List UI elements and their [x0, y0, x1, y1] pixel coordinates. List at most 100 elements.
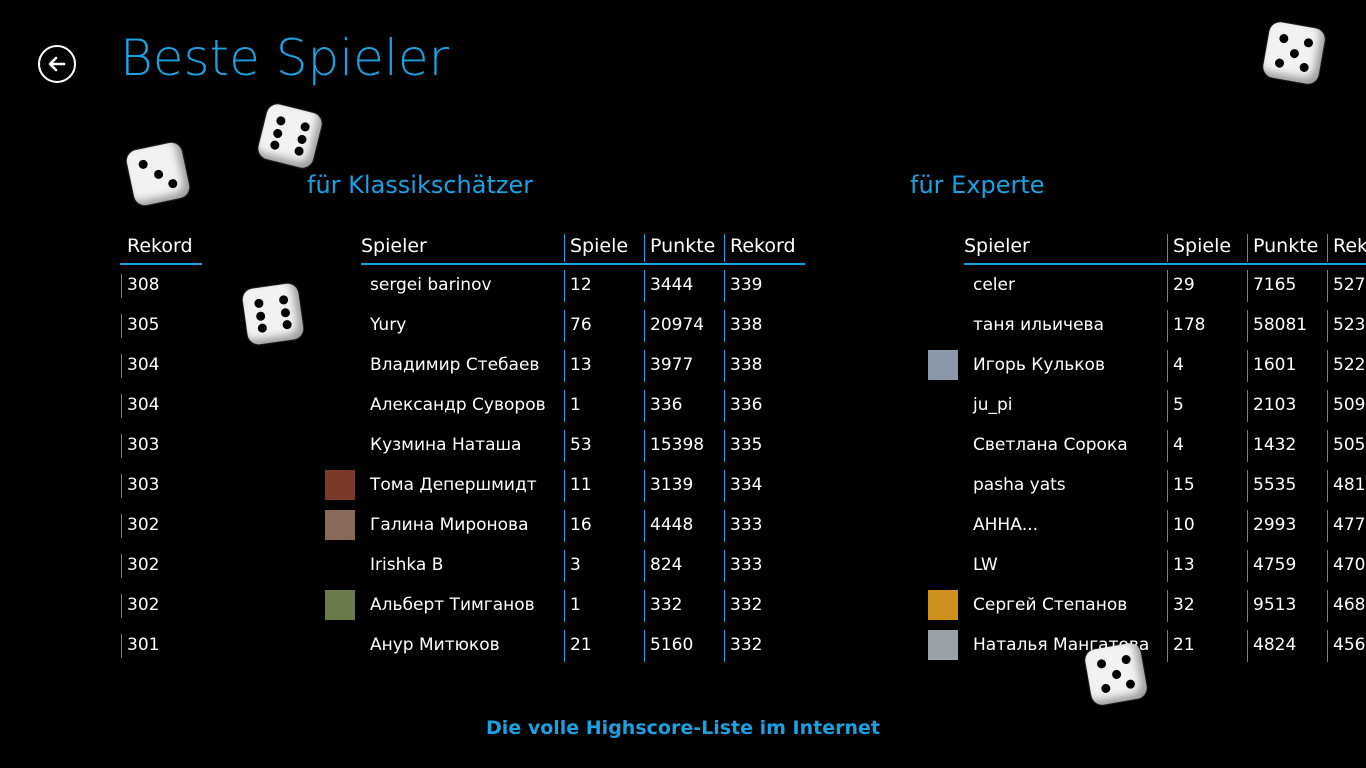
header-column-divider: [1327, 234, 1328, 262]
games-cell: 29: [1173, 275, 1195, 295]
column-divider: [1247, 550, 1248, 582]
column-divider: [1167, 550, 1168, 582]
record-cell: 302: [127, 595, 160, 615]
column-header-record: Rekord: [730, 235, 796, 257]
column-divider: [1167, 430, 1168, 462]
column-divider: [644, 350, 645, 382]
header-column-divider: [1247, 234, 1248, 262]
player-avatar: [928, 350, 958, 380]
full-highscore-link[interactable]: Die volle Highscore-Liste im Internet: [0, 717, 1366, 739]
column-divider: [1247, 270, 1248, 302]
player-name: Тома Депершмидт: [370, 475, 537, 495]
games-cell: 53: [570, 435, 592, 455]
points-cell: 15398: [650, 435, 705, 455]
points-cell: 5535: [1253, 475, 1297, 495]
section-title-classic: für Klassikschätzer: [307, 171, 534, 199]
points-cell: 5160: [650, 635, 694, 655]
column-divider: [724, 590, 725, 622]
dice-pip: [1110, 668, 1122, 680]
points-cell: 2993: [1253, 515, 1297, 535]
record-cell: 333: [730, 555, 763, 575]
points-cell: 332: [650, 595, 683, 615]
column-divider: [1247, 590, 1248, 622]
column-divider: [564, 590, 565, 622]
games-cell: 32: [1173, 595, 1195, 615]
column-divider: [644, 630, 645, 662]
record-cell: 339: [730, 275, 763, 295]
player-avatar: [325, 510, 355, 540]
dice-icon: [241, 282, 305, 346]
points-cell: 3139: [650, 475, 694, 495]
record-cell: 509: [1333, 395, 1366, 415]
column-divider: [1327, 630, 1328, 662]
record-cell: 481: [1333, 475, 1366, 495]
column-divider: [724, 270, 725, 302]
column-divider: [724, 350, 725, 382]
column-divider: [121, 394, 122, 418]
section-title-expert: für Experte: [910, 171, 1045, 199]
dice-pip: [1288, 47, 1300, 59]
games-cell: 12: [570, 275, 592, 295]
player-name: pasha yats: [973, 475, 1066, 495]
record-cell: 335: [730, 435, 763, 455]
record-cell: 338: [730, 355, 763, 375]
column-divider: [1327, 310, 1328, 342]
points-cell: 3977: [650, 355, 694, 375]
column-divider: [121, 634, 122, 658]
dice-icon: [1083, 641, 1149, 707]
record-cell: 304: [127, 355, 160, 375]
column-divider: [121, 594, 122, 618]
column-divider: [1167, 390, 1168, 422]
record-cell: 304: [127, 395, 160, 415]
dice-icon: [1261, 20, 1327, 86]
column-header-games: Spiele: [1173, 235, 1232, 257]
column-divider: [644, 470, 645, 502]
points-cell: 824: [650, 555, 683, 575]
column-divider: [644, 550, 645, 582]
games-cell: 13: [1173, 555, 1195, 575]
column-divider: [1247, 350, 1248, 382]
games-cell: 16: [570, 515, 592, 535]
column-divider: [1247, 310, 1248, 342]
back-button[interactable]: [38, 45, 76, 83]
record-cell: 470: [1333, 555, 1366, 575]
column-divider: [1327, 390, 1328, 422]
points-cell: 4759: [1253, 555, 1297, 575]
dice-icon: [124, 140, 192, 208]
games-cell: 11: [570, 475, 592, 495]
column-divider: [1327, 270, 1328, 302]
column-divider: [644, 310, 645, 342]
record-cell: 334: [730, 475, 763, 495]
games-cell: 5: [1173, 395, 1184, 415]
column-divider: [1167, 510, 1168, 542]
record-cell: 303: [127, 435, 160, 455]
column-divider: [644, 590, 645, 622]
games-cell: 76: [570, 315, 592, 335]
dice-face: [241, 282, 305, 346]
column-header-player: Spieler: [361, 235, 427, 257]
record-cell: 305: [127, 315, 160, 335]
record-cell: 332: [730, 595, 763, 615]
record-cell: 338: [730, 315, 763, 335]
column-divider: [1247, 510, 1248, 542]
record-cell: 468: [1333, 595, 1366, 615]
games-cell: 15: [1173, 475, 1195, 495]
record-cell: 336: [730, 395, 763, 415]
record-cell: 522: [1333, 355, 1366, 375]
column-divider: [1327, 590, 1328, 622]
column-divider: [1247, 430, 1248, 462]
player-name: sergei barinov: [370, 275, 492, 295]
record-cell: 527: [1333, 275, 1366, 295]
column-divider: [1327, 550, 1328, 582]
column-divider: [724, 430, 725, 462]
points-cell: 1432: [1253, 435, 1297, 455]
column-divider: [1327, 470, 1328, 502]
column-divider: [1167, 630, 1168, 662]
points-cell: 1601: [1253, 355, 1297, 375]
record-cell: 332: [730, 635, 763, 655]
player-name: LW: [973, 555, 998, 575]
header-divider-classic: [361, 263, 805, 265]
games-cell: 4: [1173, 355, 1184, 375]
column-divider: [564, 630, 565, 662]
column-divider: [724, 390, 725, 422]
